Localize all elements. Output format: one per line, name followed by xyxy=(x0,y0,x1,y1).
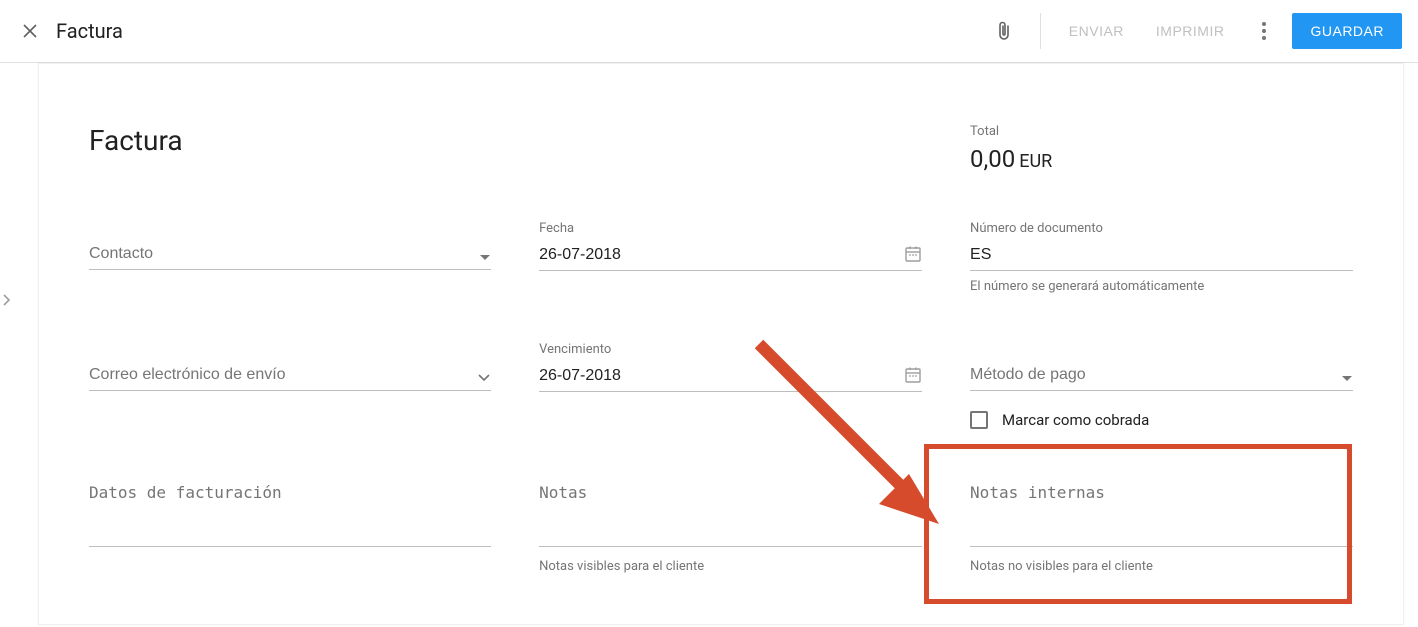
mark-paid-checkbox[interactable] xyxy=(970,411,988,429)
more-vert-icon xyxy=(1262,22,1266,40)
date-field[interactable] xyxy=(539,240,922,271)
attach-button[interactable] xyxy=(984,11,1024,51)
caret-down-icon xyxy=(479,254,491,262)
calendar-icon[interactable] xyxy=(904,245,922,263)
page-title: Factura xyxy=(56,19,984,43)
caret-down-icon xyxy=(1341,375,1353,383)
document-heading: Factura xyxy=(89,124,491,157)
mark-paid-row: Marcar como cobrada xyxy=(970,411,1353,429)
more-button[interactable] xyxy=(1244,11,1284,51)
side-collapse[interactable] xyxy=(0,293,14,307)
invoice-form-card: Factura Total 0,00EUR Fecha xyxy=(38,63,1404,625)
payment-method-field[interactable] xyxy=(970,360,1353,391)
paperclip-icon xyxy=(994,20,1014,42)
header-actions: ENVIAR IMPRIMIR GUARDAR xyxy=(984,11,1402,51)
notes-field[interactable] xyxy=(539,477,922,547)
save-button[interactable]: GUARDAR xyxy=(1292,13,1402,49)
content: Factura Total 0,00EUR Fecha xyxy=(0,63,1418,625)
close-icon xyxy=(22,23,38,39)
due-field[interactable] xyxy=(539,361,922,392)
date-label: Fecha xyxy=(539,221,922,236)
due-label: Vencimiento xyxy=(539,342,922,357)
total-value-row: 0,00EUR xyxy=(970,145,1353,173)
doc-number-label: Número de documento xyxy=(970,221,1353,236)
billing-data-field[interactable] xyxy=(89,477,491,547)
chevron-down-icon xyxy=(477,373,491,383)
internal-notes-helper: Notas no visibles para el cliente xyxy=(970,559,1353,574)
internal-notes-field[interactable] xyxy=(970,477,1353,547)
calendar-icon[interactable] xyxy=(904,366,922,384)
divider xyxy=(1040,13,1041,49)
send-button[interactable]: ENVIAR xyxy=(1057,15,1136,47)
close-button[interactable] xyxy=(16,17,44,45)
total-value: 0,00 xyxy=(970,145,1015,173)
app-header: Factura ENVIAR IMPRIMIR GUARDAR xyxy=(0,0,1418,63)
mark-paid-label: Marcar como cobrada xyxy=(1002,411,1149,429)
chevron-right-icon xyxy=(2,293,12,307)
notes-helper: Notas visibles para el cliente xyxy=(539,559,922,574)
contact-field[interactable] xyxy=(89,239,491,270)
doc-number-field[interactable] xyxy=(970,240,1353,271)
total-currency: EUR xyxy=(1019,151,1052,172)
doc-number-helper: El número se generará automáticamente xyxy=(970,279,1353,294)
email-field[interactable] xyxy=(89,360,491,391)
total-label: Total xyxy=(970,124,1353,139)
print-button[interactable]: IMPRIMIR xyxy=(1144,15,1237,47)
